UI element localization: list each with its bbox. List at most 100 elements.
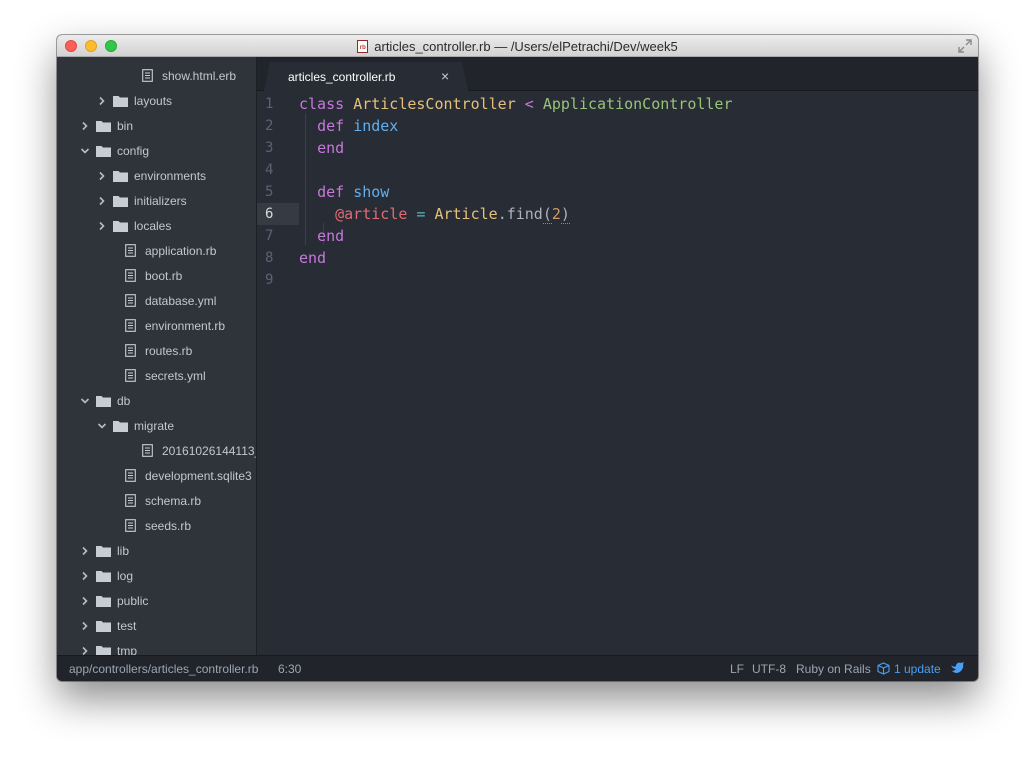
code-token: end (317, 227, 345, 245)
chevron-right-icon[interactable] (96, 95, 108, 107)
file-icon (125, 244, 136, 257)
tree-folder[interactable]: locales (96, 213, 171, 238)
chevron-right-icon[interactable] (96, 170, 108, 182)
tab-articles-controller[interactable]: articles_controller.rb × (264, 62, 468, 91)
tree-folder[interactable]: lib (79, 538, 129, 563)
tree-file[interactable]: seeds.rb (123, 513, 191, 538)
tab-label: articles_controller.rb (288, 70, 396, 84)
tree-folder[interactable]: tmp (79, 638, 137, 655)
tree-item-label: test (117, 618, 137, 633)
line-number: 3 (265, 140, 274, 156)
code-line[interactable]: end (299, 247, 326, 269)
file-icon (142, 69, 153, 82)
file-icon (142, 444, 153, 457)
tree-folder[interactable]: layouts (96, 88, 172, 113)
chevron-right-icon[interactable] (79, 595, 91, 607)
folder-icon (96, 595, 111, 607)
code-token: @article (335, 205, 408, 223)
chevron-right-icon[interactable] (79, 645, 91, 656)
feedback-bird-icon[interactable] (950, 661, 965, 675)
folder-icon (96, 120, 111, 132)
tree-folder[interactable]: initializers (96, 188, 187, 213)
close-tab-icon[interactable]: × (441, 69, 449, 83)
tree-item-label: log (117, 568, 134, 583)
tree-file[interactable]: database.yml (123, 288, 216, 313)
code-line[interactable]: end (299, 225, 344, 247)
status-line-ending[interactable]: LF (730, 662, 744, 676)
tree-folder[interactable]: test (79, 613, 136, 638)
tree-item-label: tmp (117, 643, 138, 656)
code-token: index (353, 117, 399, 135)
tab-bar: articles_controller.rb × (257, 57, 978, 91)
status-cursor-position[interactable]: 6:30 (278, 662, 301, 676)
tree-item-label: application.rb (145, 243, 217, 258)
tree-view[interactable]: show.html.erb layouts bin config environment… (57, 57, 257, 655)
tree-folder[interactable]: bin (79, 113, 133, 138)
tree-file[interactable]: secrets.yml (123, 363, 206, 388)
line-number: 2 (265, 118, 274, 134)
tree-folder[interactable]: config (79, 138, 149, 163)
code-token: ApplicationController (542, 95, 733, 113)
chevron-right-icon[interactable] (96, 220, 108, 232)
code-line[interactable]: end (299, 137, 344, 159)
file-icon-text: rb (359, 44, 366, 51)
code-editor[interactable]: 1 class ArticlesController < ApplicationC… (257, 91, 978, 655)
chevron-right-icon[interactable] (79, 545, 91, 557)
file-icon (125, 369, 136, 382)
chevron-down-icon[interactable] (79, 145, 91, 157)
code-line[interactable]: def show (299, 181, 389, 203)
tree-file[interactable]: show.html.erb (140, 63, 236, 88)
tree-folder[interactable]: db (79, 388, 130, 413)
tree-item-label: seeds.rb (145, 518, 192, 533)
chevron-down-icon[interactable] (96, 420, 108, 432)
folder-icon (113, 420, 128, 432)
code-token: 2 (551, 205, 561, 223)
package-icon (877, 662, 890, 675)
code-token: < (524, 95, 534, 113)
tree-item-label: initializers (134, 193, 187, 208)
tree-file[interactable]: routes.rb (123, 338, 192, 363)
window-title: articles_controller.rb — /Users/elPetrac… (374, 38, 678, 54)
chevron-right-icon[interactable] (79, 620, 91, 632)
chevron-right-icon[interactable] (96, 195, 108, 207)
tree-folder[interactable]: migrate (96, 413, 174, 438)
tree-item-label: layouts (134, 93, 173, 108)
tree-folder[interactable]: log (79, 563, 133, 588)
file-icon (125, 269, 136, 282)
tree-item-label: db (117, 393, 131, 408)
tree-folder[interactable]: public (79, 588, 148, 613)
code-token: def (317, 117, 345, 135)
tree-file[interactable]: boot.rb (123, 263, 182, 288)
tree-folder[interactable]: environments (96, 163, 206, 188)
file-icon (125, 344, 136, 357)
code-line[interactable]: @article = Article.find(2) (299, 203, 570, 225)
tree-file[interactable]: application.rb (123, 238, 216, 263)
code-line[interactable]: class ArticlesController < ApplicationCo… (299, 93, 733, 115)
code-line[interactable]: def index (299, 115, 398, 137)
chevron-down-icon[interactable] (79, 395, 91, 407)
file-icon (125, 494, 136, 507)
title-bar[interactable]: rb articles_controller.rb — /Users/elPet… (57, 35, 978, 57)
tree-item-label: show.html.erb (162, 68, 237, 83)
chevron-right-icon[interactable] (79, 570, 91, 582)
status-updates-link[interactable]: 1 update (894, 662, 941, 676)
fullscreen-icon[interactable] (958, 39, 972, 53)
file-icon (125, 519, 136, 532)
tree-file[interactable]: 20161026144113_c (140, 438, 256, 463)
tree-file[interactable]: development.sqlite3 (123, 463, 252, 488)
status-encoding[interactable]: UTF-8 (752, 662, 786, 676)
code-token: show (353, 183, 390, 201)
status-file-path[interactable]: app/controllers/articles_controller.rb (69, 662, 258, 676)
folder-icon (113, 195, 128, 207)
status-grammar[interactable]: Ruby on Rails (796, 662, 871, 676)
folder-icon (96, 620, 111, 632)
tree-file[interactable]: environment.rb (123, 313, 225, 338)
line-number: 6 (257, 203, 299, 225)
tree-file[interactable]: schema.rb (123, 488, 201, 513)
chevron-right-icon[interactable] (79, 120, 91, 132)
line-number: 7 (265, 228, 274, 244)
